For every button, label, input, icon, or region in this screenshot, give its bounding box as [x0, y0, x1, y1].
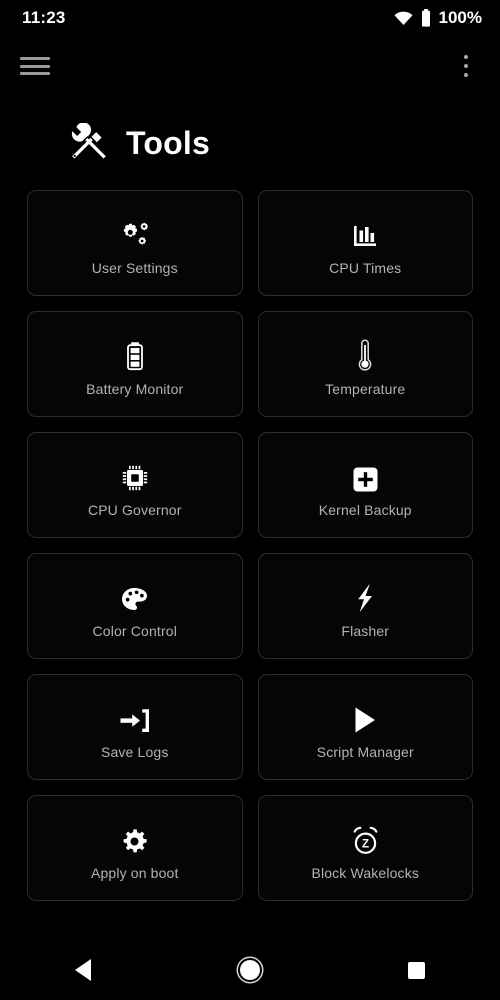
thermometer-icon: [357, 333, 373, 371]
play-triangle-icon: [353, 696, 377, 734]
tool-card-label: Kernel Backup: [318, 501, 412, 518]
tool-card-cpu-times[interactable]: CPU Times: [257, 190, 473, 296]
status-clock: 11:23: [22, 8, 66, 27]
status-bar: 11:23 100%: [0, 0, 500, 36]
page-title-label: Tools: [126, 124, 210, 161]
tool-card-label: Save Logs: [100, 743, 169, 760]
app-bar: [0, 36, 500, 96]
gear-icon: [121, 817, 148, 855]
sign-in-arrow-icon: [120, 696, 150, 734]
hamburger-menu-icon[interactable]: [20, 55, 50, 77]
overflow-menu-icon[interactable]: [454, 53, 478, 79]
tool-card-block-wakelocks[interactable]: Z Block Wakelocks: [257, 795, 473, 901]
alarm-clock-z-icon: Z: [351, 817, 380, 855]
tool-card-cpu-governor[interactable]: CPU Governor: [27, 432, 243, 538]
tool-card-label: Apply on boot: [90, 864, 179, 881]
overflow-dot: [464, 55, 468, 59]
hamburger-line: [20, 64, 50, 68]
tool-card-label: CPU Governor: [87, 501, 182, 518]
tool-card-label: User Settings: [91, 259, 178, 276]
tool-card-label: CPU Times: [329, 259, 402, 276]
app-screen: 11:23 100% Tools User Settings CPU Times…: [0, 0, 500, 1000]
nav-home-button[interactable]: [220, 948, 280, 992]
page-title: Tools: [0, 96, 500, 168]
tool-card-battery-monitor[interactable]: Battery Monitor: [27, 311, 243, 417]
lightning-bolt-icon: [355, 575, 375, 613]
tool-card-kernel-backup[interactable]: Kernel Backup: [257, 432, 473, 538]
microchip-icon: [121, 454, 149, 492]
tool-card-label: Battery Monitor: [86, 380, 184, 397]
tool-card-color-control[interactable]: Color Control: [27, 553, 243, 659]
home-circle-icon: [239, 960, 260, 980]
overflow-dot: [464, 64, 468, 68]
hamburger-line: [20, 57, 50, 60]
tool-card-label: Block Wakelocks: [311, 864, 420, 881]
overflow-dot: [464, 73, 468, 77]
nav-recents-button[interactable]: [387, 948, 447, 992]
gears-icon: [121, 212, 149, 250]
tool-card-label: Flasher: [341, 622, 390, 639]
back-triangle-icon: [75, 959, 92, 981]
nav-back-button[interactable]: [53, 948, 113, 992]
tools-grid: User Settings CPU Times Battery Monitor …: [0, 190, 500, 901]
svg-text:Z: Z: [362, 838, 369, 850]
battery-full-icon: [420, 9, 432, 27]
tool-card-script-manager[interactable]: Script Manager: [257, 674, 473, 780]
recents-square-icon: [408, 961, 426, 979]
android-nav-bar: [0, 940, 500, 1000]
tool-card-apply-on-boot[interactable]: Apply on boot: [27, 795, 243, 901]
tool-card-label: Temperature: [325, 380, 406, 397]
bar-chart-icon: [352, 212, 378, 250]
battery-percent-label: 100%: [438, 8, 482, 27]
plus-square-icon: [353, 454, 378, 492]
tool-card-flasher[interactable]: Flasher: [257, 553, 473, 659]
hamburger-line: [20, 72, 50, 75]
tool-card-save-logs[interactable]: Save Logs: [27, 674, 243, 780]
status-indicators: 100%: [394, 8, 482, 28]
wifi-icon: [394, 11, 413, 26]
tool-card-user-settings[interactable]: User Settings: [27, 190, 243, 296]
tool-card-label: Script Manager: [316, 743, 414, 760]
battery-icon: [125, 333, 145, 371]
tool-card-temperature[interactable]: Temperature: [257, 311, 473, 417]
tools-hammer-wrench-icon: [68, 123, 110, 163]
tool-card-label: Color Control: [92, 622, 177, 639]
palette-icon: [121, 575, 148, 613]
